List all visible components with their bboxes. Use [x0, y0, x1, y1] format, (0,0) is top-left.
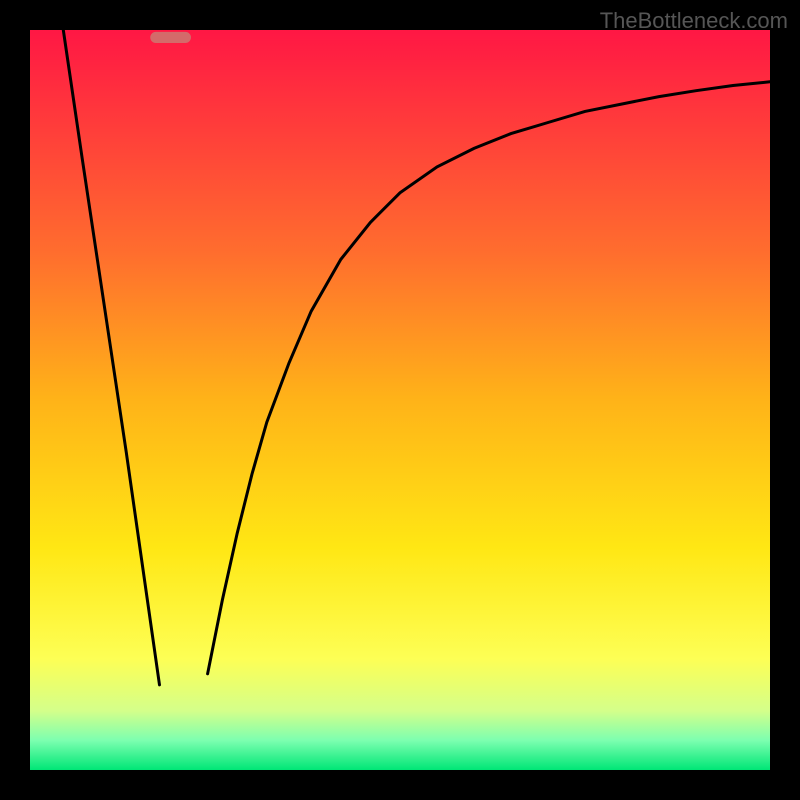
bottleneck-chart [0, 0, 800, 800]
chart-container: TheBottleneck.com [0, 0, 800, 800]
optimal-marker [150, 32, 191, 43]
attribution-text: TheBottleneck.com [600, 8, 788, 34]
